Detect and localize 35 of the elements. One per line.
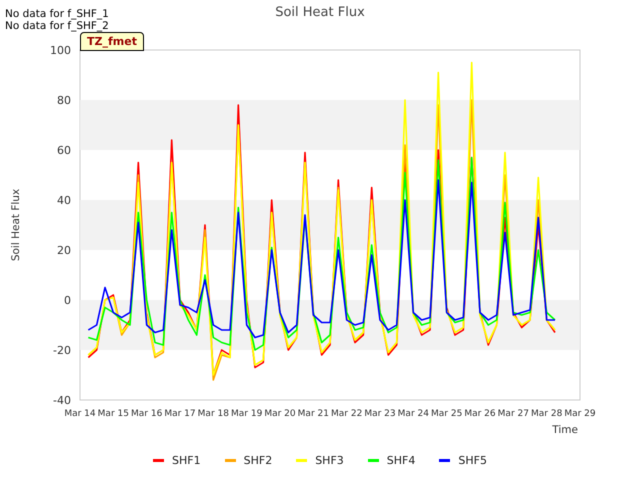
x-tick-label: Mar 14 — [64, 409, 96, 419]
x-tick-label: Mar 22 — [331, 409, 362, 419]
x-tick-label: Mar 27 — [498, 409, 529, 419]
y-tick-label: 20 — [57, 244, 71, 257]
y-tick-label: 80 — [57, 94, 71, 107]
legend-label: SHF4 — [386, 454, 416, 466]
x-tick-label: Mar 24 — [398, 409, 429, 419]
x-tick-label: Mar 28 — [531, 409, 562, 419]
x-tick-label: Mar 20 — [264, 409, 296, 419]
x-tick-label: Mar 29 — [564, 409, 596, 419]
x-tick-label: Mar 15 — [98, 409, 129, 419]
y-tick-label: 60 — [57, 144, 71, 157]
no-data-note: No data for f_SHF_2 — [5, 20, 109, 32]
y-tick-label: -40 — [53, 394, 71, 407]
site-tag: TZ_fmet — [80, 32, 144, 51]
legend-label: SHF1 — [172, 454, 201, 466]
y-axis-label: Soil Heat Flux — [10, 188, 22, 262]
x-tick-label: Mar 16 — [131, 409, 162, 419]
chart-title: Soil Heat Flux — [275, 5, 365, 20]
no-data-note: No data for f_SHF_1 — [5, 8, 109, 20]
legend-label: SHF5 — [458, 454, 487, 466]
x-tick-label: Mar 23 — [364, 409, 396, 419]
legend-label: SHF3 — [315, 454, 344, 466]
x-tick-label: Mar 19 — [231, 409, 262, 419]
x-axis-label: Time — [552, 424, 578, 436]
x-tick-label: Mar 26 — [464, 409, 496, 419]
legend-label: SHF2 — [244, 454, 272, 466]
x-tick-label: Mar 25 — [431, 409, 462, 419]
x-tick-label: Mar 18 — [198, 409, 229, 419]
x-tick-label: Mar 21 — [298, 409, 329, 419]
y-tick-label: 40 — [57, 194, 71, 207]
y-tick-label: 100 — [50, 44, 71, 57]
y-tick-label: 0 — [64, 294, 71, 307]
x-tick-label: Mar 17 — [164, 409, 196, 419]
y-tick-label: -20 — [53, 344, 71, 357]
